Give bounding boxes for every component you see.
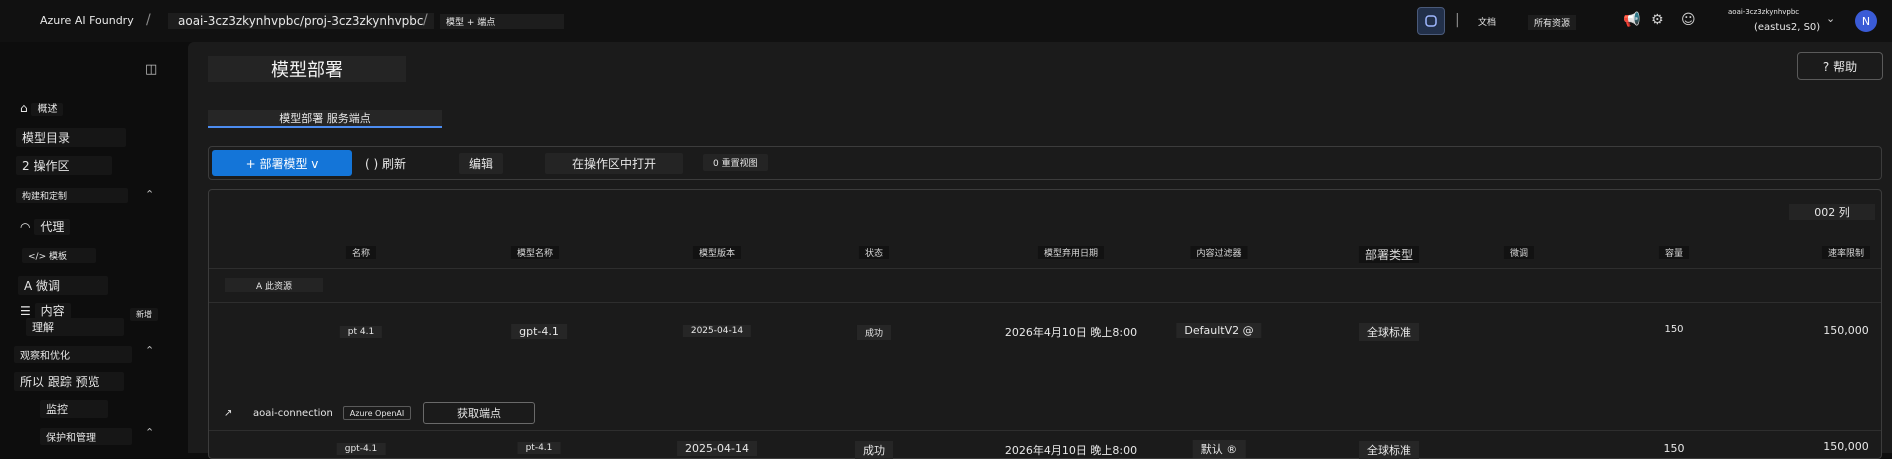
status-badge: 成功 (855, 441, 893, 459)
group-header-this-resource[interactable]: A 此资源 (225, 278, 323, 292)
column-header-status[interactable]: 状态 (858, 246, 890, 259)
model-name: pt-4.1 (517, 442, 561, 454)
column-header-capacity[interactable]: 容量 (1658, 246, 1690, 259)
megaphone-icon[interactable]: 📢 (1623, 12, 1640, 28)
collapse-icon[interactable]: ↗ (224, 408, 232, 419)
sidebar-item-content[interactable]: ☰ 内容 (20, 302, 71, 319)
sidebar-item-playground[interactable]: 2 操作区 (16, 156, 112, 175)
sidebar-section-protect[interactable]: 保护和管理 (40, 428, 132, 445)
sidebar-item-agents[interactable]: ◠ 代理 (20, 218, 71, 235)
rate-limit-value: 150,000 (1823, 324, 1869, 337)
sidebar-section-build[interactable]: 构建和定制 (16, 188, 128, 203)
rate-limit-value: 150,000 (1823, 440, 1869, 453)
breadcrumb-separator: / (146, 12, 151, 28)
gear-icon[interactable]: ⚙ (1651, 12, 1664, 28)
row-divider (209, 430, 1881, 431)
column-header-retirement-date[interactable]: 模型弃用日期 (1037, 246, 1105, 259)
account-name: aoai-3cz3zkynhvpbc (1728, 8, 1800, 16)
retirement-date: 2026年4月10日 晚上8:00 (1004, 326, 1138, 339)
chevron-up-icon[interactable]: ⌃ (145, 344, 154, 357)
column-header-name[interactable]: 名称 (345, 246, 377, 259)
deployment-name-link[interactable]: gpt-4.1 (336, 443, 386, 455)
capacity-value: 150 (1663, 442, 1685, 455)
retirement-date: 2026年4月10日 晚上8:00 (1004, 444, 1138, 457)
agent-icon: ◠ (20, 220, 31, 234)
get-endpoint-button[interactable]: 获取端点 (423, 402, 535, 424)
deployments-table: 002 列 名称 模型名称 模型版本 状态 模型弃用日期 内容过滤器 部署类型 … (208, 189, 1882, 459)
sidebar-section-observe[interactable]: 观察和优化 (14, 346, 132, 363)
breadcrumb-separator: / (423, 12, 428, 28)
tab-deployments[interactable]: 模型部署 服务端点 (208, 110, 442, 128)
new-badge: 新增 (130, 308, 158, 321)
row-divider (209, 268, 1881, 269)
open-in-playground-button[interactable]: 在操作区中打开 (545, 153, 683, 174)
breadcrumb-page[interactable]: 模型 + 端点 (440, 14, 564, 29)
deployment-type: 全球标准 (1359, 441, 1419, 459)
sidebar-item-label: 代理 (34, 219, 71, 235)
docs-link[interactable]: 文档 (1478, 15, 1496, 28)
column-header-rate-limit[interactable]: 速率限制 (1821, 246, 1871, 259)
account-region: (eastus2, S0) (1754, 22, 1821, 33)
sidebar-item-label: 概述 (31, 103, 64, 116)
column-header-model-name[interactable]: 模型名称 (510, 246, 560, 259)
toolbar: + 部署模型 v ( ) 刷新 编辑 在操作区中打开 0 重置视图 (208, 146, 1882, 180)
connection-type-tag: Azure OpenAI (343, 406, 411, 420)
connection-name: aoai-connection (253, 408, 333, 419)
home-icon: ⌂ (20, 101, 28, 115)
page-title: 模型部署 (208, 56, 406, 82)
edit-button[interactable]: 编辑 (459, 153, 504, 174)
avatar[interactable]: N (1855, 10, 1877, 32)
deployment-type: 全球标准 (1359, 323, 1419, 341)
column-header-fine-tune[interactable]: 微调 (1503, 246, 1535, 259)
smiley-icon[interactable]: ☺ (1681, 12, 1696, 28)
model-version: 2025-04-14 (677, 441, 757, 456)
deployment-name-link[interactable]: pt 4.1 (339, 326, 383, 338)
brand-logo[interactable]: Azure AI Foundry (40, 14, 134, 27)
collapse-sidebar-icon[interactable]: ◫ (145, 62, 157, 77)
model-version: 2025-04-14 (682, 325, 752, 337)
content-filter-link[interactable]: DefaultV2 @ (1176, 323, 1262, 338)
content-icon: ☰ (20, 304, 31, 318)
sidebar-item-tracing[interactable]: 所以 跟踪 预览 (14, 372, 124, 391)
deploy-model-button[interactable]: + 部署模型 v (212, 150, 352, 176)
capacity-value: 150 (1664, 324, 1684, 335)
copilot-icon (1425, 15, 1437, 27)
main-content: 模型部署 ? 帮助 模型部署 服务端点 + 部署模型 v ( ) 刷新 编辑 在… (188, 42, 1892, 459)
column-header-model-version[interactable]: 模型版本 (692, 246, 742, 259)
status-badge: 成功 (856, 325, 892, 340)
sidebar-item-model-catalog[interactable]: 模型目录 (16, 128, 126, 147)
top-bar: Azure AI Foundry / aoai-3cz3zkynhvpbc/pr… (0, 0, 1892, 42)
sidebar-item-templates[interactable]: </> 模板 (22, 248, 96, 263)
sidebar-item-label: 内容 (34, 303, 71, 319)
reset-view-button[interactable]: 0 重置视图 (703, 154, 768, 171)
sidebar-item-monitoring[interactable]: 监控 (40, 400, 108, 418)
help-button[interactable]: ? 帮助 (1797, 52, 1883, 80)
column-header-deployment-type[interactable]: 部署类型 (1358, 246, 1420, 263)
column-header-content-filter[interactable]: 内容过滤器 (1190, 246, 1248, 259)
all-resources-link[interactable]: 所有资源 (1528, 15, 1577, 30)
chevron-up-icon[interactable]: ⌃ (145, 426, 154, 439)
sidebar-item-overview[interactable]: ⌂ 概述 (20, 100, 64, 116)
copilot-button[interactable] (1417, 7, 1445, 35)
refresh-button[interactable]: ( ) 刷新 (365, 155, 406, 172)
sidebar-item-understanding[interactable]: 理解 (26, 318, 124, 336)
columns-button[interactable]: 002 列 (1789, 204, 1875, 220)
row-divider (209, 302, 1881, 303)
model-name: gpt-4.1 (511, 324, 567, 339)
sidebar: ◫ ⌂ 概述 模型目录 2 操作区 构建和定制 ⌃ ◠ 代理 </> 模板 A … (0, 42, 188, 453)
breadcrumb-project[interactable]: aoai-3cz3zkynhvpbc/proj-3cz3zkynhvpbc (168, 13, 434, 29)
chevron-up-icon[interactable]: ⌃ (145, 188, 154, 201)
chevron-down-icon[interactable]: ⌄ (1826, 12, 1835, 25)
sidebar-item-fine-tuning[interactable]: A 微调 (18, 276, 108, 295)
content-filter-link[interactable]: 默认 ® (1192, 440, 1246, 458)
header-divider: | (1455, 12, 1460, 28)
